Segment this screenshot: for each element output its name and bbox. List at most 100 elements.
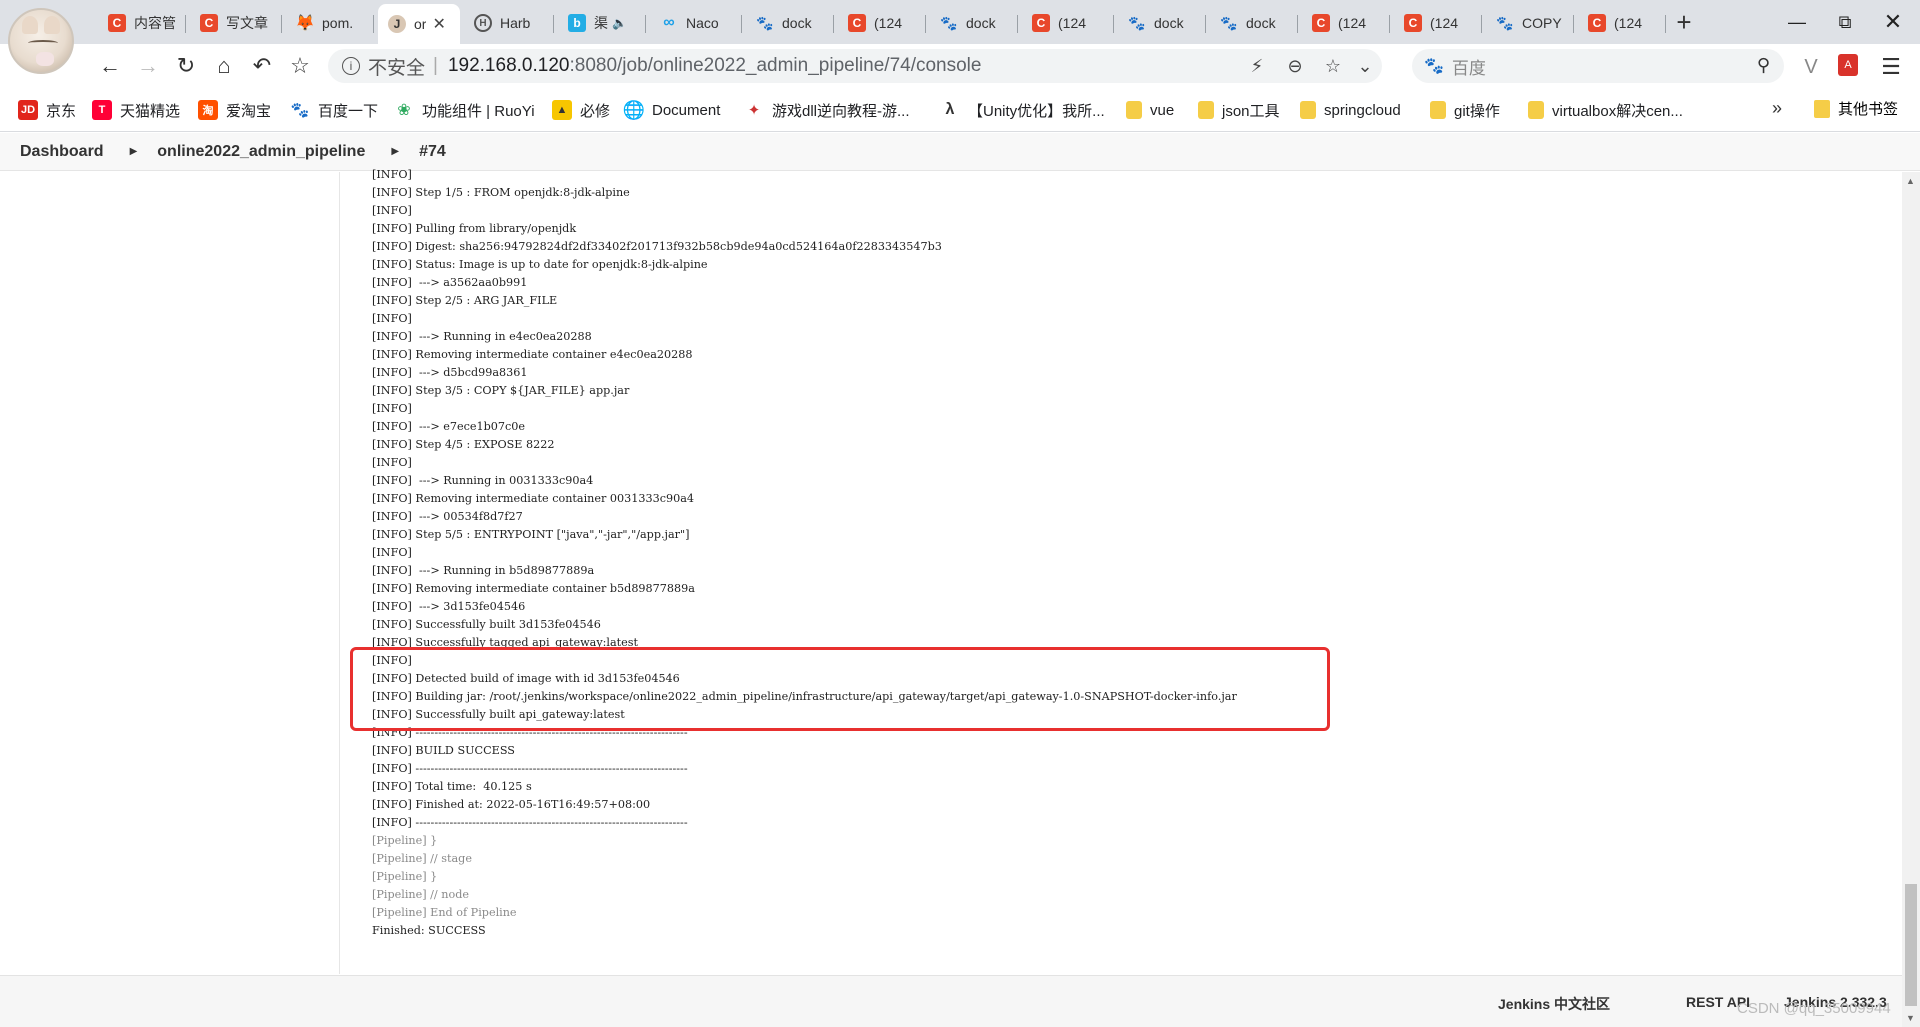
browser-tab[interactable]: H Harb <box>464 5 554 41</box>
star-icon[interactable]: ☆ <box>1318 49 1348 83</box>
browser-tab[interactable]: C (124 <box>1394 5 1482 41</box>
scrollbar-thumb[interactable] <box>1905 884 1917 1006</box>
console-line: [INFO] ---------------------------------… <box>372 762 688 775</box>
vertical-scrollbar[interactable]: ▲ ▼ <box>1902 172 1920 1027</box>
browser-tab[interactable]: C (124 <box>1578 5 1666 41</box>
console-line: [INFO] Step 5/5 : ENTRYPOINT ["java","-j… <box>372 528 690 541</box>
tab-label: (124 <box>874 15 903 31</box>
bookmark-item[interactable]: git操作 <box>1430 98 1500 122</box>
close-window-button[interactable]: ✕ <box>1870 0 1916 44</box>
tab-separator <box>645 15 646 33</box>
info-icon[interactable]: i <box>342 57 360 75</box>
back-button[interactable]: ← <box>94 50 126 82</box>
side-panel <box>0 172 340 974</box>
bookmark-item[interactable]: 淘爱淘宝 <box>198 98 271 122</box>
breadcrumb-build[interactable]: #74 <box>419 143 446 161</box>
search-icon[interactable]: ⚲ <box>1757 55 1770 76</box>
browser-tab[interactable]: C 内容管 <box>98 5 186 41</box>
footer-community-link[interactable]: Jenkins 中文社区 <box>1498 994 1610 1014</box>
search-box[interactable]: 🐾 百度 ⚲ <box>1412 49 1784 83</box>
extension-v-icon[interactable]: V <box>1798 54 1824 80</box>
browser-tab[interactable]: b 渠 🔈 <box>558 5 646 41</box>
bookmark-item[interactable]: ▲ 必修 <box>552 98 610 122</box>
pdf-icon[interactable]: A <box>1838 54 1858 76</box>
console-line: [INFO] <box>372 402 412 415</box>
console-line: [INFO] ---> Running in b5d89877889a <box>372 564 595 577</box>
bookmark-item[interactable]: ❀ 功能组件 | RuoYi <box>394 98 535 122</box>
minimize-button[interactable]: — <box>1774 0 1820 44</box>
tab-separator <box>1573 15 1574 33</box>
new-tab-button[interactable]: + <box>1668 6 1700 38</box>
browser-tab[interactable]: 🐾 dock <box>1210 5 1298 41</box>
bookmark-star-button[interactable]: ☆ <box>284 50 316 82</box>
console-line: [INFO] ---> e7ece1b07c0e <box>372 420 526 433</box>
bookmark-item[interactable]: JD 京东 <box>18 98 76 122</box>
tab-separator <box>1113 15 1114 33</box>
bookmark-item[interactable]: json工具 <box>1198 98 1280 122</box>
bookmark-item[interactable]: vue <box>1126 98 1174 122</box>
restore-button[interactable]: ⧉ <box>1822 0 1868 44</box>
breadcrumb-job[interactable]: online2022_admin_pipeline <box>157 143 365 161</box>
browser-tab[interactable]: 🐾 dock <box>1118 5 1206 41</box>
console-line: [INFO] Step 2/5 : ARG JAR_FILE <box>372 294 558 307</box>
folder-icon <box>1814 99 1830 118</box>
browser-tab[interactable]: C 写文章 <box>190 5 282 41</box>
zoom-out-icon[interactable]: ⊖ <box>1280 49 1310 83</box>
bookmark-label: vue <box>1150 101 1175 119</box>
console-line: [INFO] <box>372 204 412 217</box>
forward-button[interactable]: → <box>132 50 164 82</box>
browser-tab[interactable]: 🐾 COPY <box>1486 5 1574 41</box>
profile-avatar[interactable] <box>8 8 74 74</box>
lightning-icon[interactable]: ⚡ <box>1242 49 1272 83</box>
reload-button[interactable]: ↻ <box>170 50 202 82</box>
speaker-icon[interactable]: 🔈 <box>612 16 627 30</box>
nacos-icon: ∞ <box>663 14 675 31</box>
csdn-icon: C <box>200 14 218 32</box>
breadcrumb-arrow-icon[interactable]: ▶ <box>130 146 138 157</box>
menu-icon[interactable]: ☰ <box>1878 54 1904 80</box>
search-input[interactable]: 百度 <box>1452 54 1486 79</box>
folder-icon <box>1126 101 1142 119</box>
scroll-up-icon[interactable]: ▲ <box>1906 176 1915 186</box>
bookmark-item[interactable]: ✦ 游戏dll逆向教程-游... <box>744 98 910 122</box>
console-line: [INFO] Status: Image is up to date for o… <box>372 258 708 271</box>
chevron-down-icon[interactable]: ⌄ <box>1350 49 1380 83</box>
bookmark-item[interactable]: 🌐 Document <box>623 98 721 122</box>
browser-tab[interactable]: C (124 <box>838 5 926 41</box>
browser-tab[interactable]: C (124 <box>1022 5 1114 41</box>
address-bar[interactable]: i 不安全 | 192.168.0.120:8080/job/online202… <box>328 49 1382 83</box>
bookmarks-overflow-button[interactable]: » <box>1772 98 1782 119</box>
bookmark-label: 功能组件 | RuoYi <box>422 102 535 120</box>
tab-label: or <box>414 16 427 32</box>
bookmark-item[interactable]: 🐾 百度一下 <box>290 98 378 122</box>
console-line: [INFO] Removing intermediate container e… <box>372 348 693 361</box>
home-button[interactable]: ⌂ <box>208 50 240 82</box>
bookmark-label: 京东 <box>46 102 77 120</box>
console-line: [Pipeline] // node <box>372 888 469 901</box>
bookmark-item[interactable]: virtualbox解决cen... <box>1528 98 1683 122</box>
bookmarks-bar: JD 京东 T 天猫精选淘爱淘宝 🐾 百度一下 ❀ 功能组件 | RuoYi ▲ 必修 🌐 Docum… <box>0 88 1920 132</box>
console-line: [INFO] Total time: 40.125 s <box>372 780 532 793</box>
bookmark-item[interactable]: T 天猫精选 <box>92 98 180 122</box>
bookmark-item[interactable]: springcloud <box>1300 98 1401 122</box>
bookmark-label: 【Unity优化】我所... <box>968 102 1105 120</box>
browser-tab[interactable]: Jor ✕ <box>378 4 460 44</box>
browser-tab[interactable]: 🐾 dock <box>930 5 1018 41</box>
url-divider: | <box>433 55 438 76</box>
browser-tab[interactable]: ∞ Naco <box>650 5 742 41</box>
csdn-icon: C <box>1404 14 1422 32</box>
tab-label: dock <box>966 15 996 31</box>
browser-tab[interactable]: C (124 <box>1302 5 1390 41</box>
breadcrumb-dashboard[interactable]: Dashboard <box>20 143 104 161</box>
other-bookmarks[interactable]: 其他书签 <box>1814 98 1898 119</box>
undo-button[interactable]: ↶ <box>246 50 278 82</box>
avatar-paw <box>36 52 54 66</box>
scroll-down-icon[interactable]: ▼ <box>1906 1013 1915 1023</box>
tab-separator <box>1017 15 1018 33</box>
browser-tab[interactable]: 🦊 pom. <box>286 5 374 41</box>
bookmark-item[interactable]: λ 【Unity优化】我所... <box>940 98 1105 122</box>
browser-tab[interactable]: 🐾 dock <box>746 5 834 41</box>
close-tab-icon[interactable]: ✕ <box>432 14 445 34</box>
bookmark-label: 百度一下 <box>318 102 379 120</box>
breadcrumb-arrow-icon[interactable]: ▶ <box>391 146 399 157</box>
